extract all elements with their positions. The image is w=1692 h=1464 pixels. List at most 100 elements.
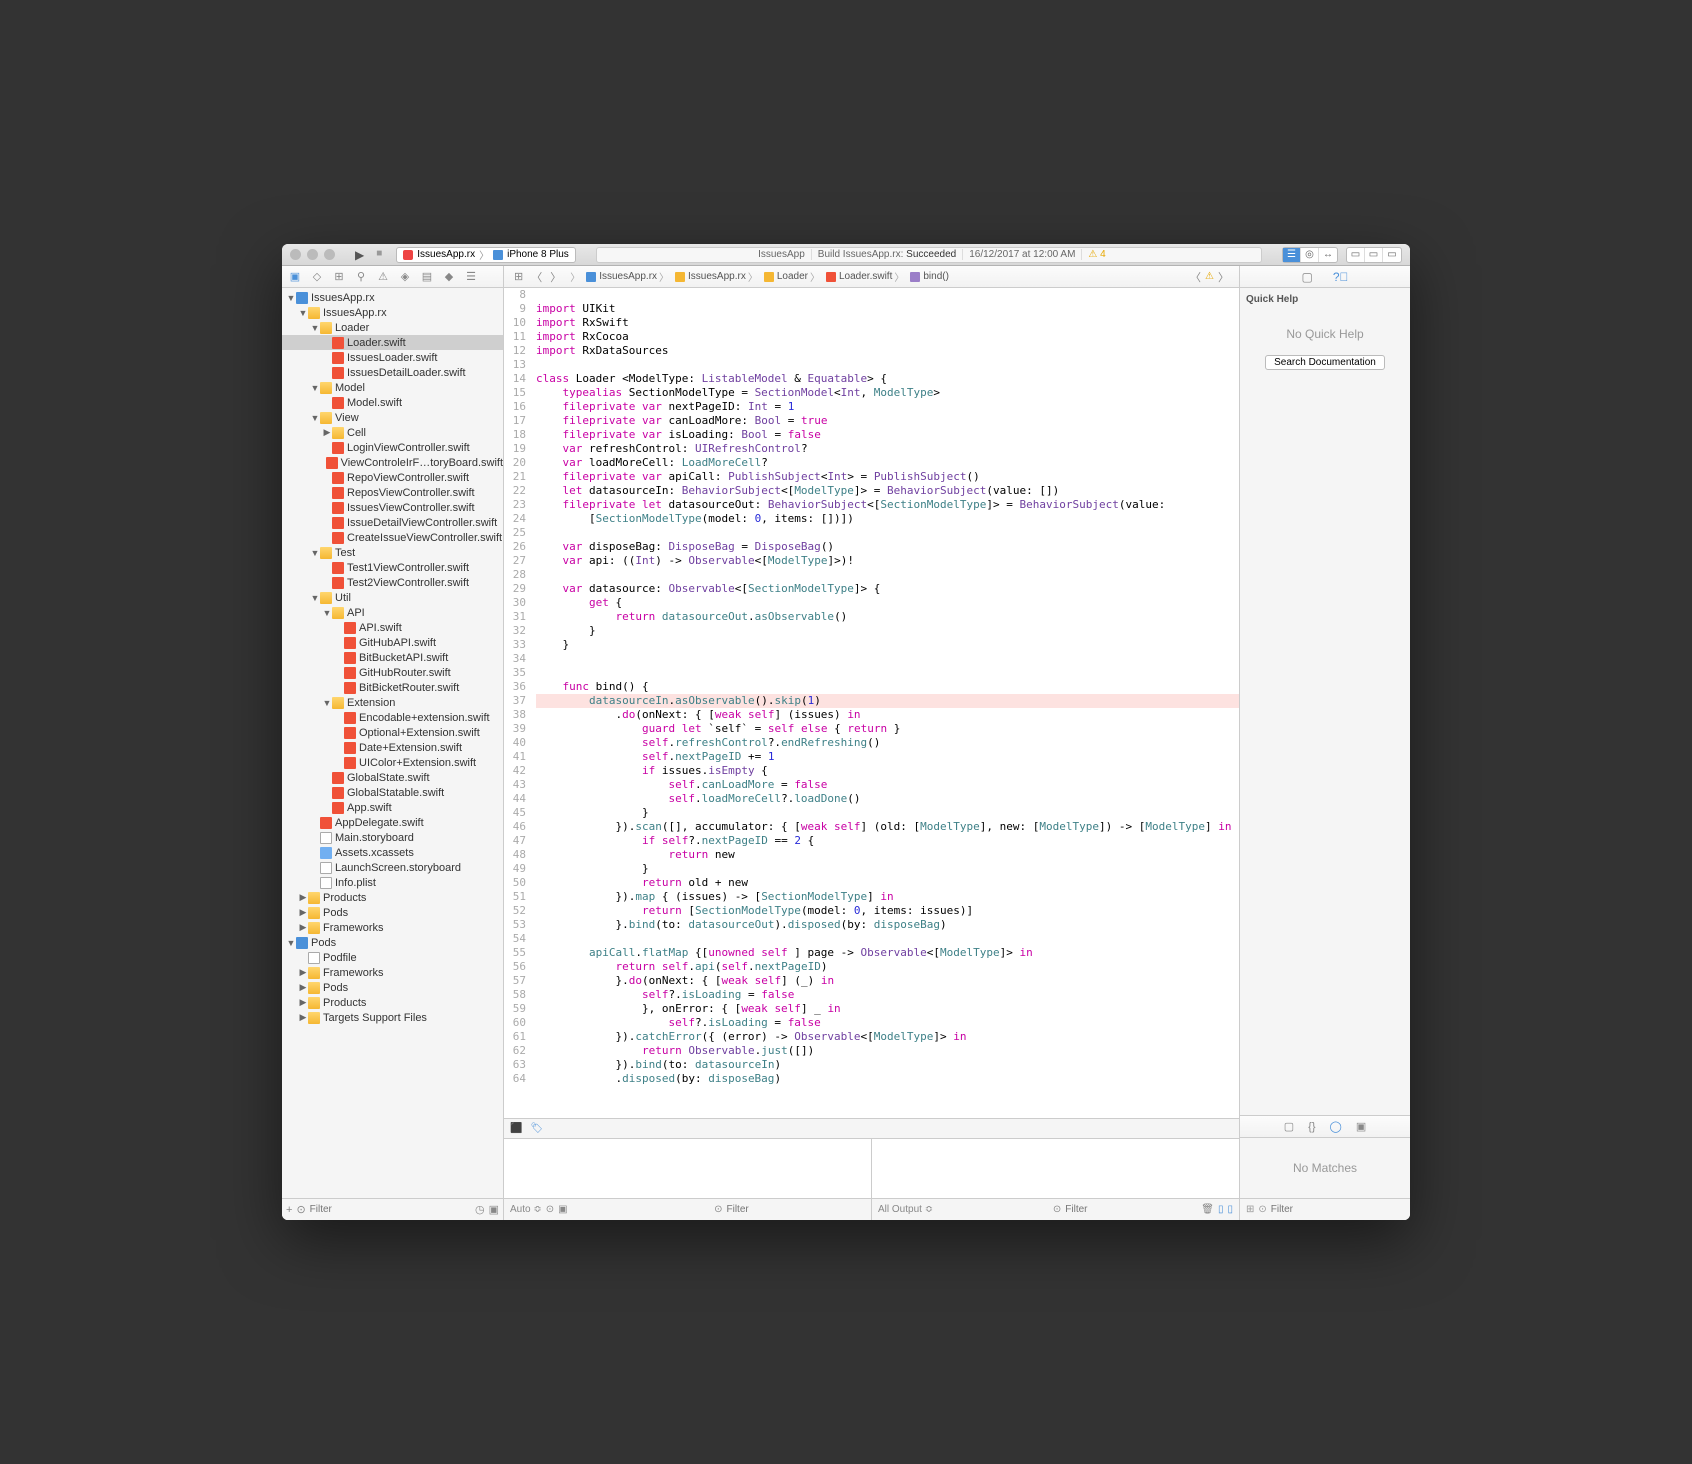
line-number[interactable]: 49 [504,862,526,876]
code-line[interactable] [536,652,1239,666]
code-line[interactable]: import RxCocoa [536,330,1239,344]
line-number[interactable]: 15 [504,386,526,400]
code-content[interactable]: import UIKitimport RxSwiftimport RxCocoa… [534,288,1239,1118]
code-line[interactable]: self.canLoadMore = false [536,778,1239,792]
line-number[interactable]: 58 [504,988,526,1002]
disclosure-triangle-icon[interactable]: ▶ [298,907,308,918]
line-number[interactable]: 60 [504,1016,526,1030]
recent-icon[interactable]: ◷ [475,1203,485,1216]
line-number[interactable]: 40 [504,736,526,750]
show-console-icon[interactable]: ▯ [1227,1204,1233,1215]
code-line[interactable]: fileprivate var isLoading: Bool = false [536,428,1239,442]
trash-icon[interactable]: 🗑 [1201,1204,1214,1215]
symbol-navigator-tab[interactable]: ⊞ [332,270,346,284]
tree-item[interactable]: ▼Test [282,545,503,560]
line-number[interactable]: 61 [504,1030,526,1044]
code-editor[interactable]: 8910111213141516171819202122232425262728… [504,288,1239,1118]
file-inspector-tab[interactable]: ▢ [1301,270,1312,284]
code-snippet-tab[interactable]: {} [1308,1121,1315,1133]
tree-item[interactable]: ▼View [282,410,503,425]
tree-item[interactable]: LoginViewController.swift [282,440,503,455]
disclosure-triangle-icon[interactable]: ▼ [310,413,320,423]
standard-editor-button[interactable]: ☰ [1283,248,1301,262]
tree-item[interactable]: Test2ViewController.swift [282,575,503,590]
next-issue-button[interactable]: 〉 [1214,269,1233,285]
line-number[interactable]: 63 [504,1058,526,1072]
tree-item[interactable]: ▶Frameworks [282,920,503,935]
line-number[interactable]: 53 [504,918,526,932]
tree-item[interactable]: LaunchScreen.storyboard [282,860,503,875]
warning-badge[interactable]: ⚠ 4 [1088,249,1105,260]
line-number[interactable]: 14 [504,372,526,386]
line-number[interactable]: 18 [504,428,526,442]
code-line[interactable]: } [536,862,1239,876]
tree-item[interactable]: Podfile [282,950,503,965]
code-line[interactable]: var datasource: Observable<[SectionModel… [536,582,1239,596]
issue-navigator-tab[interactable]: ⚠ [376,270,390,284]
code-line[interactable]: func bind() { [536,680,1239,694]
stop-button[interactable]: ■ [376,248,382,262]
tree-item[interactable]: GlobalState.swift [282,770,503,785]
code-line[interactable]: } [536,806,1239,820]
tree-item[interactable]: IssueDetailViewController.swift [282,515,503,530]
tree-item[interactable]: ▶Cell [282,425,503,440]
disclosure-triangle-icon[interactable]: ▼ [286,938,296,948]
tree-item[interactable]: Optional+Extension.swift [282,725,503,740]
line-number[interactable]: 28 [504,568,526,582]
code-line[interactable]: }.bind(to: datasourceOut).disposed(by: d… [536,918,1239,932]
quick-help-tab[interactable]: ?⃝ [1333,270,1349,284]
code-line[interactable]: return old + new [536,876,1239,890]
line-number[interactable]: 21 [504,470,526,484]
code-line[interactable]: self.nextPageID += 1 [536,750,1239,764]
code-line[interactable]: } [536,624,1239,638]
line-number[interactable]: 56 [504,960,526,974]
code-line[interactable]: var api: ((Int) -> Observable<[ModelType… [536,554,1239,568]
back-button[interactable]: 〈 [527,269,546,285]
line-number[interactable]: 47 [504,834,526,848]
code-line[interactable]: }).map { (issues) -> [SectionModelType] … [536,890,1239,904]
line-number[interactable]: 36 [504,680,526,694]
line-number[interactable]: 48 [504,848,526,862]
code-line[interactable] [536,526,1239,540]
line-number[interactable]: 30 [504,596,526,610]
report-navigator-tab[interactable]: ☰ [464,270,478,284]
line-number[interactable]: 37 [504,694,526,708]
disclosure-triangle-icon[interactable]: ▶ [322,427,332,438]
code-line[interactable] [536,932,1239,946]
jump-bar-segment[interactable]: Loader [761,269,823,284]
tree-item[interactable]: App.swift [282,800,503,815]
line-number[interactable]: 51 [504,890,526,904]
line-number[interactable]: 62 [504,1044,526,1058]
code-line[interactable]: import RxDataSources [536,344,1239,358]
code-line[interactable]: fileprivate var nextPageID: Int = 1 [536,400,1239,414]
disclosure-triangle-icon[interactable]: ▼ [286,293,296,303]
tree-item[interactable]: ▼Model [282,380,503,395]
line-number[interactable]: 13 [504,358,526,372]
quicklook-icon[interactable]: ▣ [558,1204,567,1215]
code-line[interactable] [536,666,1239,680]
line-number[interactable]: 46 [504,820,526,834]
disclosure-triangle-icon[interactable]: ▶ [298,892,308,903]
code-line[interactable] [536,358,1239,372]
tree-item[interactable]: AppDelegate.swift [282,815,503,830]
code-line[interactable]: }, onError: { [weak self] _ in [536,1002,1239,1016]
minimize-window-button[interactable] [307,249,318,260]
code-line[interactable]: return [SectionModelType(model: 0, items… [536,904,1239,918]
disclosure-triangle-icon[interactable]: ▶ [298,922,308,933]
line-number[interactable]: 11 [504,330,526,344]
tag-icon[interactable]: 🏷 [530,1123,543,1134]
code-line[interactable]: typealias SectionModelType = SectionMode… [536,386,1239,400]
code-line[interactable]: fileprivate var apiCall: PublishSubject<… [536,470,1239,484]
line-number[interactable]: 54 [504,932,526,946]
code-line[interactable]: guard let `self` = self else { return } [536,722,1239,736]
tree-item[interactable]: ▼Pods [282,935,503,950]
code-line[interactable]: apiCall.flatMap {[unowned self ] page ->… [536,946,1239,960]
forward-button[interactable]: 〉 [546,269,565,285]
line-number[interactable]: 41 [504,750,526,764]
line-number[interactable]: 27 [504,554,526,568]
tree-item[interactable]: Assets.xcassets [282,845,503,860]
tree-item[interactable]: IssuesLoader.swift [282,350,503,365]
activity-viewer[interactable]: IssuesApp Build IssuesApp.rx: Succeeded … [596,247,1262,263]
code-line[interactable]: class Loader <ModelType: ListableModel &… [536,372,1239,386]
disclosure-triangle-icon[interactable]: ▼ [310,548,320,558]
